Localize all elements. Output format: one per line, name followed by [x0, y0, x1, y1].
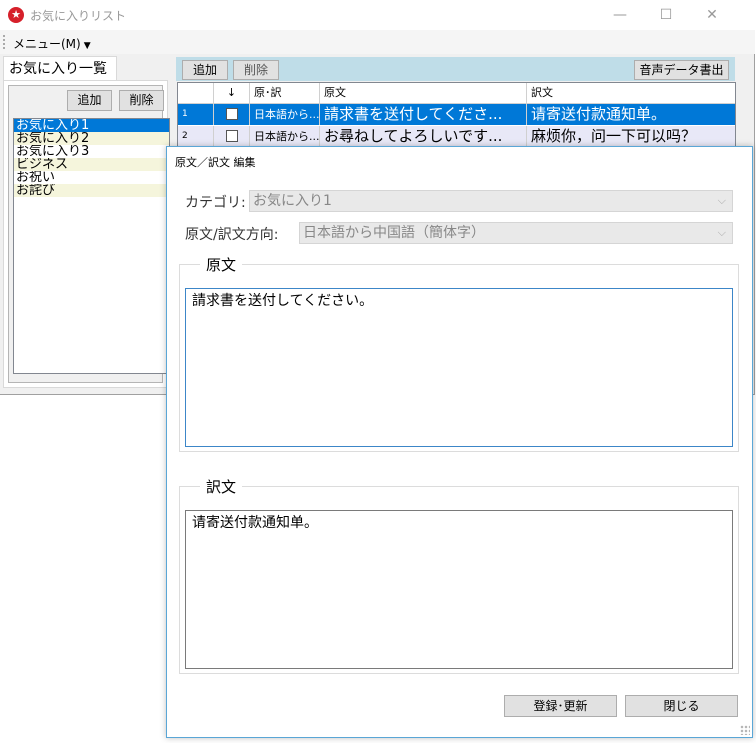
table-row[interactable]: 1 日本語から... 請求書を送付してくださ... 请寄送付款通知单。	[178, 104, 735, 125]
direction-select[interactable]: 日本語から中国語（簡体字） ⌵	[299, 222, 733, 244]
phrase-grid[interactable]: ↓ 原･訳 原文 訳文 1 日本語から... 請求書を送付してくださ... 请寄…	[177, 82, 736, 152]
category-item[interactable]: お詫び	[14, 184, 169, 197]
window-title: お気に入りリスト	[30, 9, 127, 23]
direction-select-value: 日本語から中国語（簡体字）	[303, 225, 485, 241]
category-item[interactable]: お気に入り2	[14, 132, 169, 145]
favorite-star-icon: ★	[8, 7, 24, 23]
edit-dialog: 原文／訳文 編集 カテゴリ: お気に入り1 ⌵ 原文/訳文方向: 日本語から中国…	[166, 146, 753, 738]
row-source: 請求書を送付してくださ...	[320, 104, 527, 125]
minimize-button[interactable]: —	[605, 4, 635, 26]
table-row[interactable]: 2 日本語から... お尋ねしてよろしいです... 麻烦你，问一下可以吗？	[178, 126, 735, 147]
export-audio-button[interactable]: 音声データ書出	[634, 60, 729, 80]
toolbar-grip-icon[interactable]	[3, 35, 7, 49]
category-list[interactable]: お気に入り1 お気に入り2 お気に入り3 ビジネス お祝い お詫び	[13, 118, 170, 374]
grid-header: ↓ 原･訳 原文 訳文	[178, 83, 735, 104]
direction-label: 原文/訳文方向:	[185, 227, 279, 243]
translation-group: 訳文 请寄送付款通知单。	[179, 476, 739, 674]
menu-bar: メニュー(M) ▼	[0, 30, 755, 54]
category-item[interactable]: お気に入り3	[14, 145, 169, 158]
row-translation: 麻烦你，问一下可以吗？	[531, 127, 697, 145]
checkbox-icon[interactable]	[225, 107, 238, 120]
resize-grip-icon[interactable]	[740, 725, 750, 735]
translation-group-label: 訳文	[200, 476, 243, 497]
source-group-label: 原文	[200, 254, 243, 275]
category-item[interactable]: ビジネス	[14, 158, 169, 171]
maximize-button[interactable]: ☐	[651, 4, 681, 26]
row-translation: 请寄送付款通知单。	[531, 105, 667, 123]
title-bar: ★ お気に入りリスト — ☐ ✕	[0, 0, 755, 30]
row-number: 1	[178, 104, 214, 125]
main-menu-label: メニュー(M)	[13, 37, 81, 51]
favorites-panel-frame: 追加 削除 お気に入り1 お気に入り2 お気に入り3 ビジネス お祝い お詫び	[8, 85, 170, 383]
dialog-title: 原文／訳文 編集	[175, 156, 256, 169]
delete-category-button[interactable]: 削除	[119, 90, 164, 111]
category-item[interactable]: お祝い	[14, 171, 169, 184]
category-item[interactable]: お気に入り1	[14, 119, 169, 132]
header-no	[178, 83, 214, 103]
close-window-button[interactable]: ✕	[697, 4, 727, 26]
row-checkbox[interactable]	[214, 104, 250, 125]
add-category-button[interactable]: 追加	[67, 90, 112, 111]
tab-favorites-list[interactable]: お気に入り一覧	[3, 56, 117, 80]
row-direction: 日本語から...	[250, 104, 320, 125]
header-source[interactable]: 原文	[320, 83, 527, 103]
phrase-toolbar: 追加 削除 音声データ書出	[176, 57, 735, 81]
row-number: 2	[178, 126, 214, 147]
category-label: カテゴリ:	[185, 195, 246, 211]
source-group: 原文 請求書を送付してください。	[179, 254, 739, 452]
row-direction: 日本語から...	[250, 126, 320, 147]
favorites-panel: 追加 削除 お気に入り1 お気に入り2 お気に入り3 ビジネス お祝い お詫び	[3, 80, 170, 388]
row-source: お尋ねしてよろしいです...	[320, 126, 527, 147]
category-select[interactable]: お気に入り1 ⌵	[249, 190, 733, 212]
header-check[interactable]: ↓	[214, 83, 250, 103]
header-direction[interactable]: 原･訳	[250, 83, 320, 103]
chevron-down-icon: ▼	[83, 41, 91, 51]
delete-phrase-button[interactable]: 削除	[233, 60, 279, 80]
checkbox-icon[interactable]	[225, 129, 238, 142]
source-text-input[interactable]: 請求書を送付してください。	[185, 288, 733, 447]
chevron-down-icon: ⌵	[717, 226, 726, 239]
row-checkbox[interactable]	[214, 126, 250, 147]
register-update-button[interactable]: 登録･更新	[504, 695, 617, 717]
header-translation[interactable]: 訳文	[527, 83, 735, 103]
close-dialog-button[interactable]: 閉じる	[625, 695, 738, 717]
main-menu[interactable]: メニュー(M) ▼	[13, 35, 91, 52]
chevron-down-icon: ⌵	[717, 194, 726, 207]
category-select-value: お気に入り1	[253, 193, 332, 209]
add-phrase-button[interactable]: 追加	[182, 60, 228, 80]
translation-text-input[interactable]: 请寄送付款通知单。	[185, 510, 733, 669]
